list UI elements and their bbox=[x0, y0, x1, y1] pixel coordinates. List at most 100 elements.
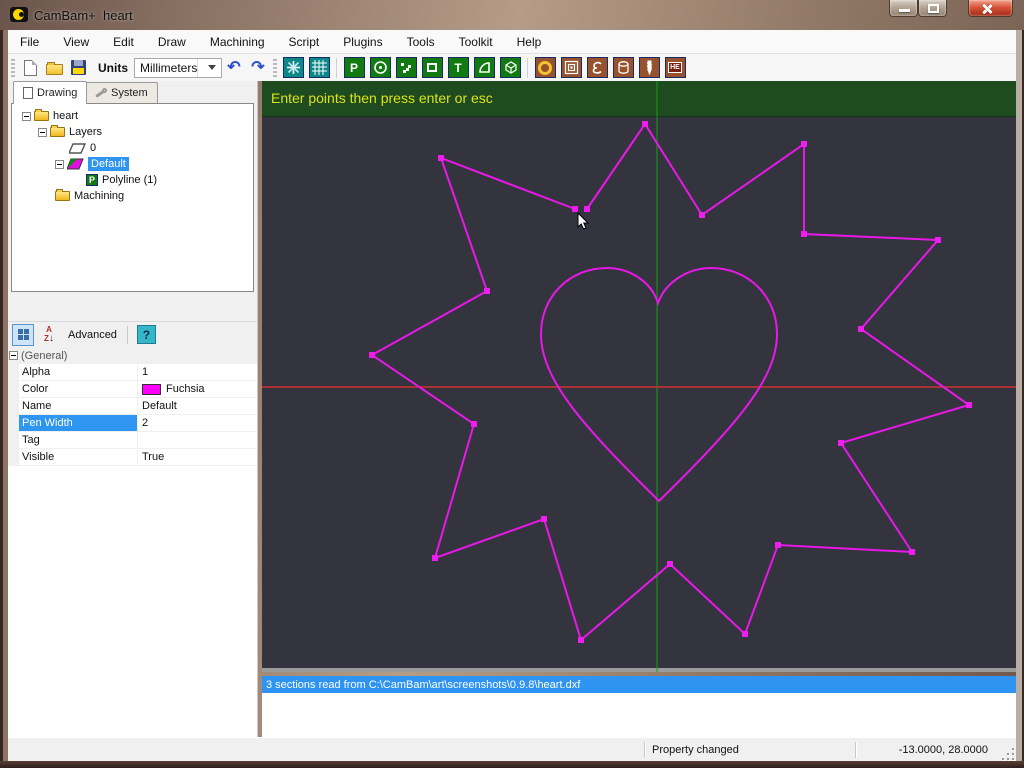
he-glyph: HE bbox=[668, 62, 682, 73]
title-bar[interactable]: CamBam+ heart bbox=[0, 0, 1024, 30]
minimize-button[interactable] bbox=[889, 0, 918, 17]
menu-edit[interactable]: Edit bbox=[101, 31, 146, 53]
mop-drill-icon[interactable] bbox=[639, 57, 660, 78]
draw-surface-icon[interactable] bbox=[500, 57, 521, 78]
tab-drawing[interactable]: Drawing bbox=[13, 81, 87, 104]
tree-label[interactable]: 0 bbox=[90, 142, 96, 154]
draw-pointlist-icon[interactable] bbox=[396, 57, 417, 78]
geometry-layer bbox=[262, 81, 1016, 672]
undo-button[interactable]: ↶ bbox=[222, 56, 246, 79]
tree-label-selected[interactable]: Default bbox=[88, 157, 129, 171]
menu-view[interactable]: View bbox=[51, 31, 101, 53]
toolbar-grip[interactable] bbox=[273, 59, 277, 77]
property-row-name[interactable]: Name Default bbox=[8, 398, 257, 415]
toolbar-separator bbox=[527, 58, 528, 78]
property-value[interactable]: True bbox=[138, 449, 257, 465]
status-bar: Property changed -13.0000, 28.0000 bbox=[8, 737, 1016, 761]
tree-node-polyline[interactable]: P Polyline (1) bbox=[12, 172, 253, 188]
tree-node-layers[interactable]: Layers bbox=[12, 124, 253, 140]
alphabetical-sort-button[interactable]: AZ↓ bbox=[38, 324, 60, 346]
tree-node-machining[interactable]: Machining bbox=[12, 188, 253, 204]
vertex-handle bbox=[966, 402, 972, 408]
menu-help[interactable]: Help bbox=[505, 31, 554, 53]
tree-label[interactable]: Machining bbox=[74, 190, 124, 202]
property-row-alpha[interactable]: Alpha 1 bbox=[8, 364, 257, 381]
property-name: Tag bbox=[19, 432, 138, 448]
collapse-icon[interactable] bbox=[55, 160, 64, 169]
tree-label[interactable]: Layers bbox=[69, 126, 102, 138]
vertex-handle bbox=[699, 212, 705, 218]
redo-button[interactable]: ↷ bbox=[246, 56, 270, 79]
vertex-handle bbox=[801, 231, 807, 237]
rect-glyph bbox=[427, 63, 437, 72]
snap-grid-icon[interactable] bbox=[309, 57, 330, 78]
categorized-view-button[interactable] bbox=[12, 324, 34, 346]
mop-lathe-icon[interactable] bbox=[613, 57, 634, 78]
maximize-button[interactable] bbox=[918, 0, 947, 17]
property-row-pen-width[interactable]: Pen Width 2 bbox=[8, 415, 257, 432]
vertex-handle bbox=[667, 561, 673, 567]
mop-pocket-icon[interactable] bbox=[561, 57, 582, 78]
window-border-right bbox=[1016, 30, 1024, 761]
draw-arc-icon[interactable] bbox=[474, 57, 495, 78]
property-value[interactable]: 2 bbox=[138, 415, 257, 431]
property-toolbar: AZ↓ Advanced ? bbox=[8, 321, 257, 347]
tree-node-heart[interactable]: heart bbox=[12, 108, 253, 124]
collapse-icon[interactable] bbox=[9, 351, 18, 360]
tab-system-label: System bbox=[111, 87, 148, 99]
menu-bar: File View Edit Draw Machining Script Plu… bbox=[8, 30, 1016, 54]
tree-label[interactable]: Polyline (1) bbox=[102, 174, 157, 186]
property-value[interactable]: Default bbox=[138, 398, 257, 414]
collapse-icon[interactable] bbox=[22, 112, 31, 121]
draw-rectangle-icon[interactable] bbox=[422, 57, 443, 78]
property-name: Color bbox=[19, 381, 138, 397]
category-row[interactable]: (General) bbox=[8, 347, 257, 364]
tab-system[interactable]: System bbox=[84, 82, 158, 103]
open-file-button[interactable] bbox=[42, 56, 66, 79]
status-coordinates: -13.0000, 28.0000 bbox=[856, 744, 1002, 756]
tree-node-layer-default[interactable]: Default bbox=[12, 156, 253, 172]
snap-points-icon[interactable] bbox=[283, 57, 304, 78]
chevron-down-icon[interactable] bbox=[197, 59, 221, 77]
units-combobox[interactable]: Millimeters bbox=[134, 58, 222, 78]
property-row-color[interactable]: Color Fuchsia bbox=[8, 381, 257, 398]
vertex-handle bbox=[801, 141, 807, 147]
property-row-visible[interactable]: Visible True bbox=[8, 449, 257, 466]
property-value[interactable]: 1 bbox=[138, 364, 257, 380]
toolbar-grip[interactable] bbox=[11, 59, 15, 77]
draw-text-icon[interactable]: T bbox=[448, 57, 469, 78]
mop-engrave-icon[interactable] bbox=[587, 57, 608, 78]
menu-script[interactable]: Script bbox=[277, 31, 332, 53]
mop-he-icon[interactable]: HE bbox=[665, 57, 686, 78]
collapse-icon[interactable] bbox=[38, 128, 47, 137]
draw-circle-icon[interactable] bbox=[370, 57, 391, 78]
vertex-handle bbox=[935, 237, 941, 243]
menu-file[interactable]: File bbox=[8, 31, 51, 53]
property-grid: (General) Alpha 1 Color Fuchsia Name Def… bbox=[8, 347, 257, 737]
new-file-button[interactable] bbox=[18, 56, 42, 79]
save-file-button[interactable] bbox=[66, 56, 90, 79]
vertex-handle bbox=[838, 440, 844, 446]
redo-icon: ↷ bbox=[251, 60, 264, 76]
menu-machining[interactable]: Machining bbox=[198, 31, 277, 53]
window-border-bottom bbox=[0, 761, 1024, 768]
tree-node-layer-0[interactable]: 0 bbox=[12, 140, 253, 156]
log-selected-line[interactable]: 3 sections read from C:\CamBam\art\scree… bbox=[262, 676, 1016, 693]
mop-profile-icon[interactable] bbox=[535, 57, 556, 78]
status-message: Property changed bbox=[645, 744, 855, 756]
close-button[interactable] bbox=[968, 0, 1013, 17]
advanced-label[interactable]: Advanced bbox=[68, 329, 117, 341]
resize-grip[interactable] bbox=[1002, 748, 1015, 761]
drawing-canvas[interactable]: Enter points then press enter or esc bbox=[262, 81, 1016, 672]
tree-label[interactable]: heart bbox=[53, 110, 78, 122]
menu-toolkit[interactable]: Toolkit bbox=[447, 31, 505, 53]
property-row-tag[interactable]: Tag bbox=[8, 432, 257, 449]
property-name: Visible bbox=[19, 449, 138, 465]
help-icon[interactable]: ? bbox=[137, 325, 156, 344]
menu-plugins[interactable]: Plugins bbox=[331, 31, 394, 53]
property-value[interactable]: Fuchsia bbox=[138, 381, 257, 397]
property-value[interactable] bbox=[138, 432, 257, 448]
draw-polyline-icon[interactable]: P bbox=[344, 57, 365, 78]
menu-tools[interactable]: Tools bbox=[395, 31, 447, 53]
menu-draw[interactable]: Draw bbox=[146, 31, 198, 53]
